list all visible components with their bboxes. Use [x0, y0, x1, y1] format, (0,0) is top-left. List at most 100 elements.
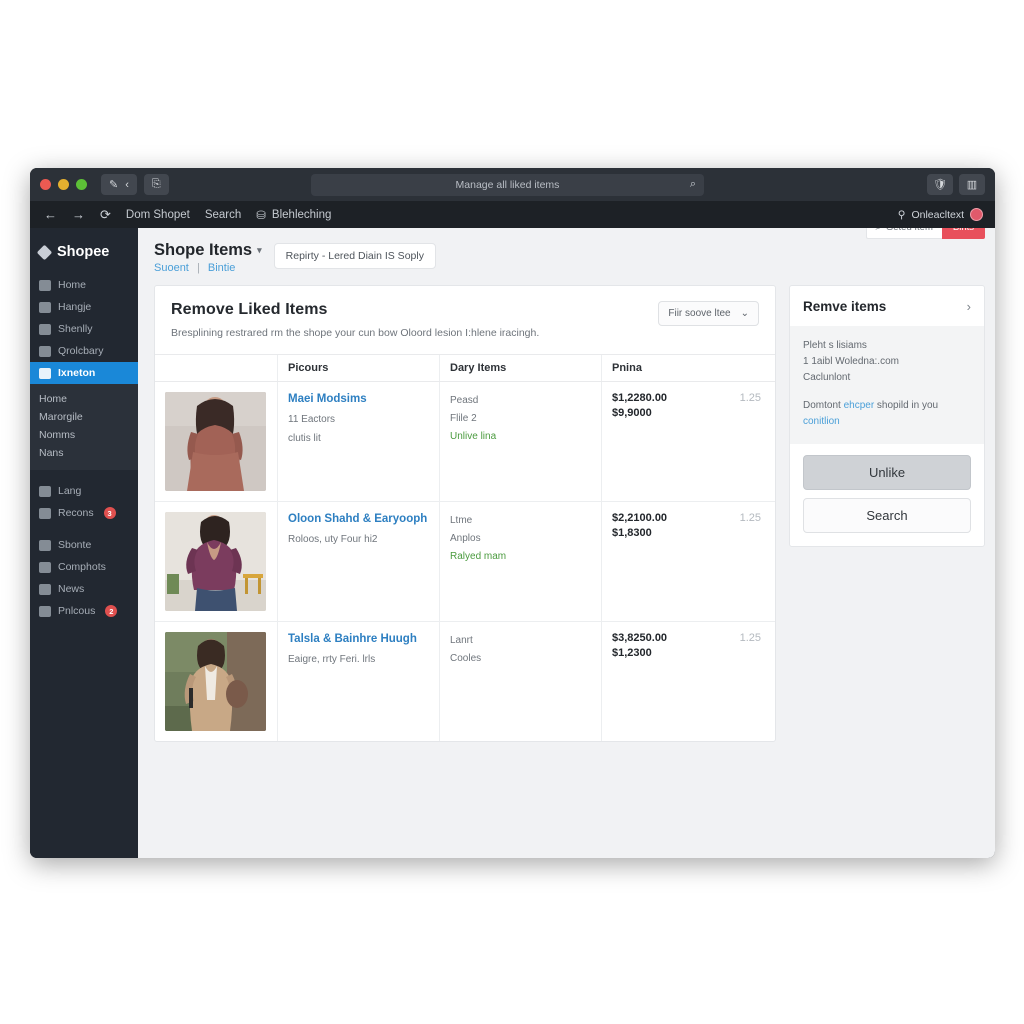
back-arrow-icon[interactable]: ← — [44, 207, 57, 222]
sidebar-item-comphots[interactable]: Comphots — [30, 556, 138, 578]
sidebar-item-sbonte[interactable]: Sbonte — [30, 534, 138, 556]
table-row[interactable]: Oloon Shahd & Earyooph Roloos, uty Four … — [155, 502, 775, 623]
tab-icon: ⎘ — [151, 178, 161, 190]
submenu-item-nomms[interactable]: Nomms — [30, 426, 138, 444]
bookmark-blehleching[interactable]: ⛁ Blehleching — [256, 208, 331, 222]
unlike-button[interactable]: Unlike — [803, 455, 971, 490]
minimize-window-icon[interactable] — [58, 179, 69, 190]
woman-in-tan-coat-image — [165, 632, 266, 732]
chart-icon[interactable]: ▥ — [959, 174, 985, 195]
status-badge: 2 — [105, 605, 118, 617]
sidebar-item-qrolcbary[interactable]: Qrolcbary — [30, 340, 138, 362]
window-controls[interactable] — [40, 179, 87, 190]
search-icon[interactable]: ⌕ — [690, 178, 696, 191]
price-wrap: $1,2280.00 $9,9000 1.25 — [612, 392, 765, 419]
card-header-text: Remove Liked Items Bresplining restrared… — [171, 301, 658, 341]
row-items-cell: Peasd Flile 2 Unlive lina — [439, 382, 601, 502]
breadcrumb-separator: | — [196, 262, 200, 274]
product-thumbnail[interactable] — [165, 392, 266, 492]
sidebar-item-label: Comphots — [58, 561, 106, 573]
report-pill[interactable]: Repirty - Lered Diain IS Soply — [273, 243, 436, 269]
sidebar-item-hangje[interactable]: Hangje — [30, 296, 138, 318]
sidebar-item-label: Hangje — [58, 301, 92, 313]
bints-button[interactable]: Bints — [941, 228, 985, 239]
avatar[interactable] — [970, 208, 983, 221]
forward-arrow-icon[interactable]: → — [72, 207, 85, 222]
header-actions: ⌕ Geted Item Bints — [865, 228, 985, 239]
sidebar-item-ixneton[interactable]: Ixneton — [30, 362, 138, 384]
address-bar-value: Manage all liked items — [455, 178, 560, 191]
tab-chip[interactable]: ⎘ — [143, 174, 169, 195]
address-bar[interactable]: Manage all liked items ⌕ — [311, 173, 704, 196]
product-name[interactable]: Oloon Shahd & Earyooph — [288, 512, 429, 528]
submenu-item-marorgile[interactable]: Marorgile — [30, 408, 138, 426]
reload-icon[interactable]: ⟳ — [100, 207, 111, 223]
browser-window: ✎ ‹ ⎘ Manage all liked items ⌕ 🛡 ▥ ← → ⟳… — [30, 168, 995, 858]
row-product-cell: Maei Modsims 11 Eactors clutis lit — [277, 382, 439, 502]
price-primary: $3,8250.00 — [612, 632, 668, 645]
bookmark-search[interactable]: Search — [205, 209, 241, 221]
unlike-link[interactable]: Unlive lina — [450, 431, 591, 442]
caret-down-icon[interactable]: ▾ — [257, 245, 262, 256]
remove-items-panel-header[interactable]: Remve items › — [790, 286, 984, 326]
filter-dropdown[interactable]: Fiir soove ltee ⌄ — [658, 301, 759, 326]
price-block: $2,2100.00 $1,8300 — [612, 512, 740, 539]
product-thumbnail[interactable] — [165, 632, 266, 732]
breadcrumb-item-2[interactable]: Bintie — [208, 262, 236, 274]
page-header: Shope Items ▾ Suoent | Bintie Repirty - … — [154, 241, 979, 274]
column-header-picours[interactable]: Picours — [277, 355, 439, 382]
sidebar-item-shenlly[interactable]: Shenlly — [30, 318, 138, 340]
breadcrumb-item-1[interactable]: Suoent — [154, 262, 189, 274]
bag-icon: ⛁ — [256, 209, 266, 222]
product-name[interactable]: Maei Modsims — [288, 392, 429, 408]
price-wrap: $3,8250.00 $1,2300 1.25 — [612, 632, 765, 659]
table-row[interactable]: Talsla & Bainhre Huugh Eaigre, rrty Feri… — [155, 622, 775, 742]
user-menu[interactable]: ⚲ Onleacltext — [898, 208, 983, 221]
product-name[interactable]: Talsla & Bainhre Huugh — [288, 632, 429, 648]
bookmark-label: Search — [204, 208, 242, 221]
inbox-icon — [39, 507, 51, 519]
column-header-dary-items[interactable]: Dary Items — [439, 355, 601, 382]
search-button[interactable]: Search — [803, 498, 971, 533]
geted-item-button[interactable]: ⌕ Geted Item — [865, 228, 942, 239]
sidebar-item-recons[interactable]: Recons 3 — [30, 502, 138, 524]
unlike-link[interactable]: Ralyed mam — [450, 551, 591, 562]
home-icon — [39, 539, 51, 551]
maximize-window-icon[interactable] — [76, 179, 87, 190]
close-window-icon[interactable] — [40, 179, 51, 190]
shield-icon[interactable]: 🛡 — [927, 174, 953, 195]
lock-icon — [39, 583, 51, 595]
sidebar-item-label: Home — [58, 279, 87, 291]
product-meta-1: 11 Eactors — [288, 413, 336, 425]
row-product-cell: Oloon Shahd & Earyooph Roloos, uty Four … — [277, 502, 439, 622]
conitlion-link[interactable]: conitlion — [803, 416, 840, 427]
product-thumbnail[interactable] — [165, 512, 266, 612]
sidebar-item-pnlcous[interactable]: Pnlcous 2 — [30, 600, 138, 622]
panel-line-1: Pleht s lisiams — [803, 340, 867, 351]
nav-strip: ← → ⟳ Dom Shopet Search ⛁ Blehleching ⚲ … — [30, 201, 995, 228]
row-image-cell — [155, 502, 277, 621]
bookmark-label: Blehleching — [271, 208, 332, 221]
bookmark-dom-shopet[interactable]: Dom Shopet — [126, 209, 190, 221]
title-bar: ✎ ‹ ⎘ Manage all liked items ⌕ 🛡 ▥ — [30, 168, 995, 201]
panel-text-pre: Domtont — [803, 400, 844, 411]
table-header: Picours Dary Items Pnina — [155, 354, 775, 383]
submenu-item-home[interactable]: Home — [30, 390, 138, 408]
price-wrap: $2,2100.00 $1,8300 1.25 — [612, 512, 765, 539]
woman-in-purple-top-image — [165, 512, 266, 612]
edit-back-chip[interactable]: ✎ ‹ — [101, 174, 137, 195]
column-header-pnina[interactable]: Pnina — [601, 355, 775, 382]
ehcper-link[interactable]: ehcper — [844, 400, 875, 411]
sidebar-divider — [30, 470, 138, 480]
page-title[interactable]: Shope Items ▾ — [154, 241, 262, 260]
table-row[interactable]: Maei Modsims 11 Eactors clutis lit Peasd… — [155, 382, 775, 503]
chevron-right-icon[interactable]: › — [967, 299, 971, 314]
submenu-item-nans[interactable]: Nans — [30, 444, 138, 462]
pencil-icon: ✎ — [109, 179, 119, 191]
sidebar-item-news[interactable]: News — [30, 578, 138, 600]
sidebar-item-label: Shenlly — [58, 323, 93, 335]
sidebar-item-home[interactable]: Home — [30, 274, 138, 296]
product-meta-1: Eaigre, rrty Feri. lrls — [288, 653, 376, 665]
woman-in-rust-dress-image — [165, 392, 266, 492]
sidebar-item-lang[interactable]: Lang — [30, 480, 138, 502]
